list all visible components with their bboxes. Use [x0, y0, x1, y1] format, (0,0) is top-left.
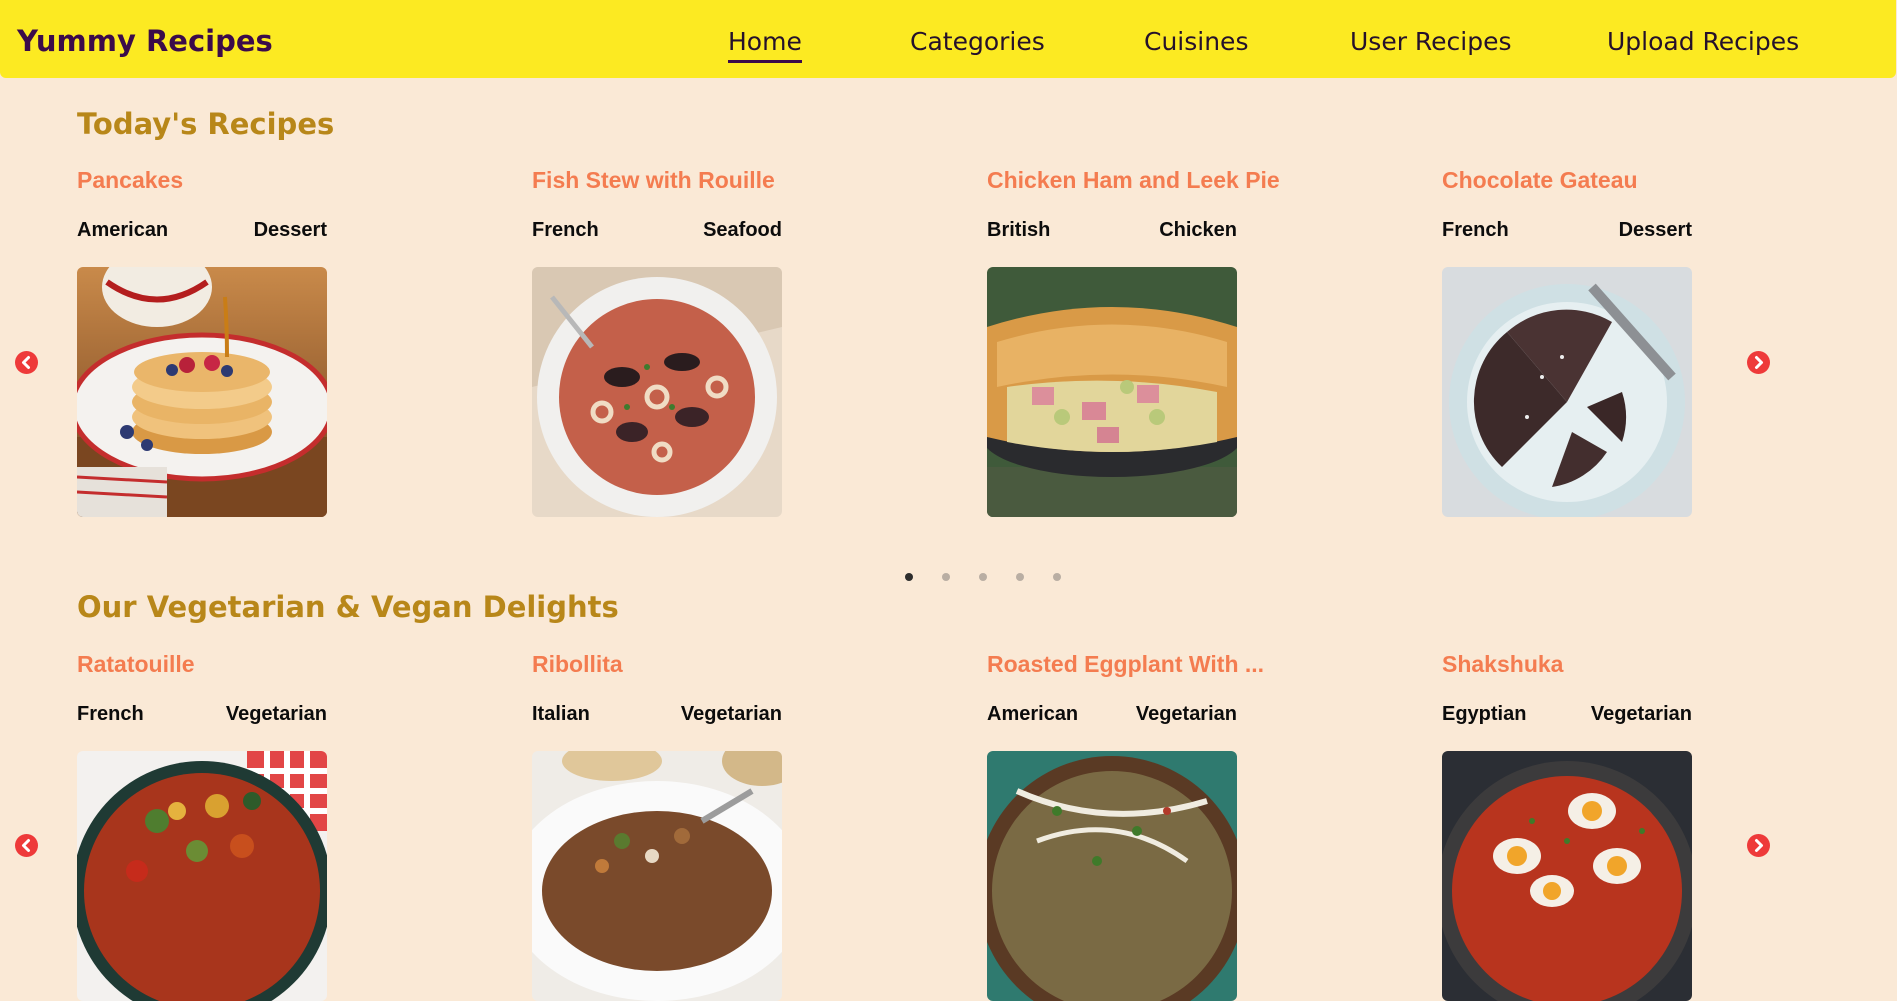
brand-logo[interactable]: Yummy Recipes: [17, 24, 273, 58]
recipe-title[interactable]: Roasted Eggplant With ...: [987, 651, 1264, 679]
recipe-card[interactable]: Shakshuka Egyptian Vegetarian: [1442, 651, 1692, 1001]
recipe-cuisine: French: [532, 219, 599, 241]
recipe-title[interactable]: Pancakes: [77, 167, 327, 195]
recipe-category: Vegetarian: [1590, 703, 1692, 725]
chevron-left-circle-icon: [22, 356, 30, 369]
recipe-category: Vegetarian: [680, 703, 782, 725]
pancakes-photo[interactable]: [77, 267, 327, 517]
chocolate-gateau-photo[interactable]: [1442, 267, 1692, 517]
recipe-card[interactable]: Ribollita Italian Vegetarian: [532, 651, 782, 1001]
ratatouille-photo[interactable]: [77, 751, 327, 1001]
recipe-cuisine: Italian: [532, 703, 590, 725]
recipe-cuisine: French: [77, 703, 144, 725]
roasted-eggplant-photo[interactable]: [987, 751, 1237, 1001]
section-title-vegetarian: Our Vegetarian & Vegan Delights: [77, 590, 619, 624]
recipe-title[interactable]: Fish Stew with Rouille: [532, 167, 782, 195]
chevron-left-circle-icon: [22, 839, 30, 852]
section-title-todays-recipes: Today's Recipes: [77, 107, 335, 141]
nav-cuisines[interactable]: Cuisines: [1144, 27, 1248, 56]
recipe-card[interactable]: Roasted Eggplant With ... American Veget…: [987, 651, 1264, 1001]
chevron-right-circle-icon: [1755, 356, 1763, 369]
carousel-prev-button[interactable]: [15, 834, 38, 857]
recipe-title[interactable]: Chicken Ham and Leek Pie: [987, 167, 1280, 195]
nav-categories[interactable]: Categories: [910, 27, 1045, 56]
carousel-dot-5[interactable]: [1053, 573, 1061, 581]
carousel-dot-1[interactable]: [905, 573, 913, 581]
carousel-dot-2[interactable]: [942, 573, 950, 581]
recipe-card[interactable]: Fish Stew with Rouille French Seafood: [532, 167, 782, 517]
recipe-cuisine: French: [1442, 219, 1509, 241]
carousel-next-button[interactable]: [1747, 834, 1770, 857]
recipe-title[interactable]: Ratatouille: [77, 651, 327, 679]
recipe-cuisine: American: [987, 703, 1079, 725]
carousel-dot-3[interactable]: [979, 573, 987, 581]
nav-home[interactable]: Home: [728, 27, 802, 63]
recipe-cuisine: American: [77, 219, 169, 241]
chevron-right-circle-icon: [1755, 839, 1763, 852]
recipe-category: Vegetarian: [225, 703, 327, 725]
recipe-card[interactable]: Chicken Ham and Leek Pie British Chicken: [987, 167, 1280, 517]
recipe-category: Dessert: [1618, 219, 1692, 241]
carousel-dot-4[interactable]: [1016, 573, 1024, 581]
recipe-card[interactable]: Ratatouille French Vegetarian: [77, 651, 327, 1001]
recipe-cuisine: Egyptian: [1442, 703, 1527, 725]
carousel-next-button[interactable]: [1747, 351, 1770, 374]
nav-upload-recipes[interactable]: Upload Recipes: [1607, 27, 1799, 56]
carousel-prev-button[interactable]: [15, 351, 38, 374]
recipe-category: Chicken: [1159, 219, 1237, 241]
recipe-category: Seafood: [703, 219, 782, 241]
recipe-card[interactable]: Pancakes American Dessert: [77, 167, 327, 517]
recipe-title[interactable]: Shakshuka: [1442, 651, 1692, 679]
recipe-category: Dessert: [253, 219, 327, 241]
recipe-card[interactable]: Chocolate Gateau French Dessert: [1442, 167, 1692, 517]
recipe-title[interactable]: Ribollita: [532, 651, 782, 679]
ribollita-photo[interactable]: [532, 751, 782, 1001]
recipe-title[interactable]: Chocolate Gateau: [1442, 167, 1692, 195]
recipe-cuisine: British: [987, 219, 1051, 241]
shakshuka-photo[interactable]: [1442, 751, 1692, 1001]
fish-stew-photo[interactable]: [532, 267, 782, 517]
nav-user-recipes[interactable]: User Recipes: [1350, 27, 1512, 56]
pie-photo[interactable]: [987, 267, 1237, 517]
carousel-dots: [905, 573, 1061, 581]
recipe-category: Vegetarian: [1135, 703, 1237, 725]
top-navbar: Yummy Recipes Home Categories Cuisines U…: [0, 0, 1896, 78]
